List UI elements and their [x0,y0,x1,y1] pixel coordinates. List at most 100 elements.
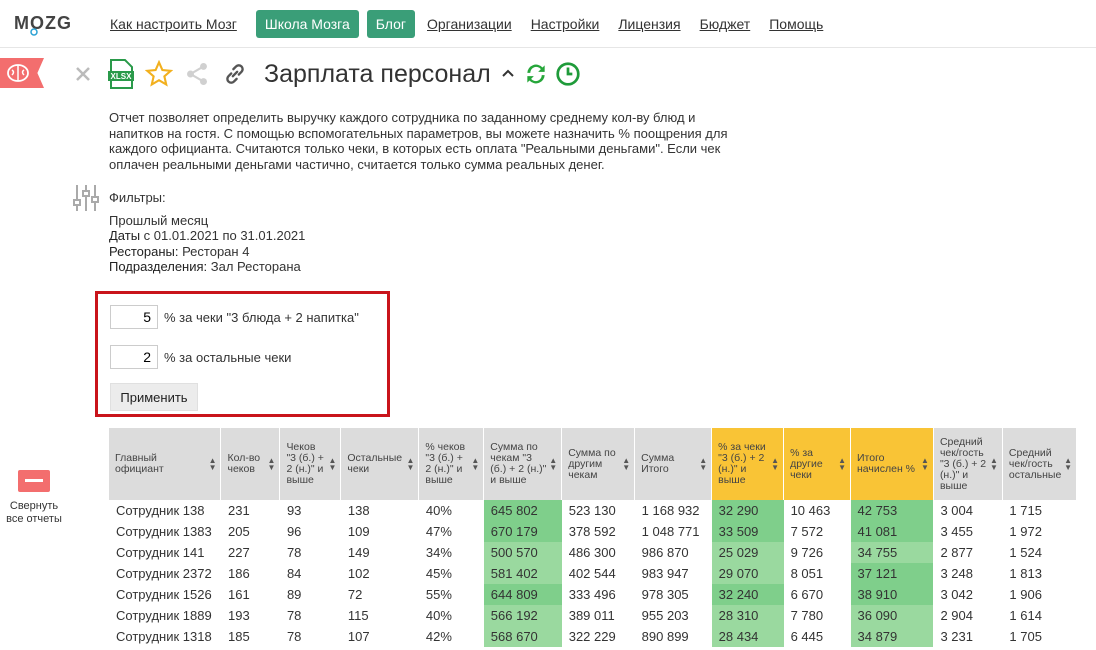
table-cell: 205 [227,524,250,539]
table-cell: 3 004 [940,503,973,518]
table-cell: 955 203 [641,608,689,623]
column-header-label: % за чеки "3 (б.) + 2 (н.)" и выше [718,441,766,486]
sort-icon[interactable]: ▲ ▼ [471,457,479,472]
combo-percent-input[interactable] [110,305,158,329]
nav-link-settings[interactable]: Настройки [531,16,600,32]
employee-name-cell: Сотрудник 138 [116,503,205,518]
share-icon[interactable] [182,59,212,89]
xlsx-icon[interactable]: XLSX [106,59,136,89]
sort-icon[interactable]: ▲ ▼ [1064,457,1072,472]
column-header-label: Итого начислен % [857,452,916,475]
table-cell: 115 [347,608,369,623]
nav-link-license[interactable]: Лицензия [618,16,680,32]
table-cell: 1 972 [1009,524,1042,539]
sort-icon[interactable]: ▲ ▼ [838,457,846,472]
filter-dates-value: с 01.01.2021 по 31.01.2021 [140,228,306,243]
apply-button[interactable]: Применить [110,383,198,411]
table-cell: 34 879 [850,626,934,647]
column-header[interactable]: Сумма Итого ▲ ▼ [634,428,713,500]
collapse-all-label[interactable]: Свернуть все отчеты [0,500,68,526]
star-icon[interactable] [144,59,174,89]
table-row[interactable]: Сотрудник 1526 161 89 72 55% 644 809 333 496 97… [109,584,1077,605]
top-navigation-bar: MOZG Как настроить Мозг Школа Мозга Блог… [0,0,1096,48]
collapse-all-button[interactable] [18,470,50,492]
nav-pill-school[interactable]: Школа Мозга [255,10,359,38]
column-header[interactable]: % за другие чеки ▲ ▼ [783,428,851,500]
column-header[interactable]: Остальные чеки ▲ ▼ [340,428,420,500]
table-cell: 378 592 [568,524,616,539]
nav-link-budget[interactable]: Бюджет [700,16,751,32]
table-cell: 38 910 [850,584,934,605]
filters-icon[interactable] [72,183,100,213]
table-cell: 1 524 [1009,545,1042,560]
mozg-logo[interactable]: MOZG [14,10,72,42]
table-cell: 32 290 [711,500,784,521]
sort-icon[interactable]: ▲ ▼ [699,457,707,472]
table-cell: 28 310 [711,605,784,626]
column-header-label: Сумма по чекам "3 (б.) + 2 (н.)" и выше [490,441,547,486]
table-cell: 1 705 [1009,629,1042,644]
report-description: Отчет позволяет определить выручку каждо… [109,110,728,172]
table-cell: 3 455 [940,524,973,539]
clock-icon[interactable] [553,59,583,89]
table-row[interactable]: Сотрудник 141 227 78 149 34% 500 570 486 300 98… [109,542,1077,563]
column-header[interactable]: Средний чек/гость остальные ▲ ▼ [1002,428,1078,500]
other-percent-input[interactable] [110,345,158,369]
salary-table: Главный официант ▲ ▼ Кол-во чеков ▲ ▼ Чеков "3… [109,428,1078,647]
table-cell: 138 [347,503,370,518]
caret-up-icon[interactable] [501,65,515,83]
nav-link-organizations[interactable]: Организации [427,16,512,32]
filter-restaurants-value: Ресторан 4 [178,243,250,259]
sort-icon[interactable]: ▲ ▼ [622,457,630,472]
table-cell: 89 [286,587,302,602]
table-cell: 8 051 [790,566,824,581]
link-icon[interactable] [220,59,250,89]
sort-icon[interactable]: ▲ ▼ [771,457,779,472]
filter-restaurants-label: Рестораны: [109,243,179,259]
table-cell: 10 463 [790,503,831,518]
table-cell: 34 755 [850,542,934,563]
table-cell: 568 670 [483,626,562,647]
sort-icon[interactable]: ▲ ▼ [209,457,217,472]
sort-icon[interactable]: ▲ ▼ [328,457,336,472]
close-icon[interactable] [68,59,98,89]
column-header[interactable]: Главный официант ▲ ▼ [109,428,222,500]
sort-icon[interactable]: ▲ ▼ [549,457,557,472]
brain-menu-tab[interactable] [0,58,44,88]
column-header[interactable]: Чеков "3 (б.) + 2 (н.)" и выше ▲ ▼ [279,428,342,500]
sort-icon[interactable]: ▲ ▼ [990,457,998,472]
column-header[interactable]: % за чеки "3 (б.) + 2 (н.)" и выше ▲ ▼ [711,428,785,500]
column-header-label: Чеков "3 (б.) + 2 (н.)" и выше [286,441,324,486]
table-row[interactable]: Сотрудник 138 231 93 138 40% 645 802 523 130 1 … [109,500,1077,521]
other-percent-label: % за остальные чеки [164,349,292,365]
table-cell: 3 042 [940,587,973,602]
table-cell: 523 130 [568,503,616,518]
main-nav: Как настроить Мозг Школа Мозга Блог Орга… [110,0,842,48]
column-header-label: Средний чек/гость остальные [1008,446,1062,481]
nav-pill-blog[interactable]: Блог [366,10,415,38]
employee-name-cell: Сотрудник 1889 [116,608,212,623]
sort-icon[interactable]: ▲ ▼ [921,457,929,472]
table-row[interactable]: Сотрудник 1889 193 78 115 40% 566 192 389 011 9… [109,605,1077,626]
table-cell: 45% [425,566,452,581]
column-header[interactable]: Средний чек/гость "3 (б.) + 2 (н.)" и вы… [933,428,1003,500]
sort-icon[interactable]: ▲ ▼ [406,457,414,472]
column-header[interactable]: Сумма по чекам "3 (б.) + 2 (н.)" и выше ▲… [483,428,563,500]
table-body: Сотрудник 138 231 93 138 40% 645 802 523 130 1 … [109,500,1077,647]
column-header-label: Остальные чеки [347,452,403,475]
nav-link-setup-guide[interactable]: Как настроить Мозг [110,16,237,32]
sort-icon[interactable]: ▲ ▼ [268,457,276,472]
table-row[interactable]: Сотрудник 2372 186 84 102 45% 581 402 402 544 9… [109,563,1077,584]
refresh-icon[interactable] [521,59,551,89]
column-header[interactable]: Сумма по другим чекам ▲ ▼ [561,428,636,500]
table-cell: 96 [286,524,302,539]
column-header[interactable]: Кол-во чеков ▲ ▼ [220,428,281,500]
table-row[interactable]: Сотрудник 1383 205 96 109 47% 670 179 378 592 1… [109,521,1077,542]
table-cell: 107 [347,629,370,644]
column-header[interactable]: % чеков "3 (б.) + 2 (н.)" и выше ▲ ▼ [418,428,485,500]
column-header[interactable]: Итого начислен % ▲ ▼ [850,428,934,500]
param-row-combo: % за чеки "3 блюда + 2 напитка" [110,305,359,329]
nav-link-help[interactable]: Помощь [769,16,823,32]
table-row[interactable]: Сотрудник 1318 185 78 107 42% 568 670 322 229 8… [109,626,1077,647]
table-cell: 37 121 [850,563,934,584]
